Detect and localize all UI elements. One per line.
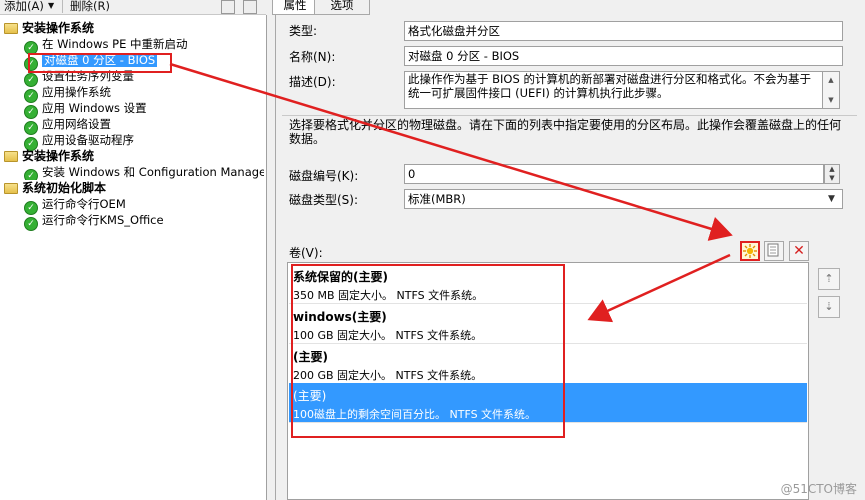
new-volume-button[interactable] [740,241,760,261]
tree-item[interactable]: ✓ 在 Windows PE 中重新启动 [24,36,188,55]
tree-group-label: 安装操作系统 [22,21,95,35]
move-down-icon[interactable] [243,0,257,14]
chevron-down-icon[interactable]: ▼ [48,1,54,10]
left-toolbar: 添加(A) ▼ 删除(R) [0,0,266,15]
close-icon: ✕ [793,243,805,259]
tab-options[interactable]: 选项 [314,0,370,15]
check-icon: ✓ [24,169,38,180]
tree-item-label: 安装 Windows 和 Configuration Manager [42,165,264,179]
disk-instructions: 选择要格式化并分区的物理磁盘。请在下面的列表中指定要使用的分区布局。此操作会覆盖… [289,118,842,146]
description-field[interactable]: 此操作作为基于 BIOS 的计算机的新部署对磁盘进行分区和格式化。不会为基于统一… [404,71,823,109]
move-down-icon[interactable]: ⇣ [818,296,840,318]
volume-properties-button[interactable] [764,241,784,261]
description-label: 描述(D): [289,75,336,89]
move-up-icon[interactable]: ⇡ [818,268,840,290]
description-scrollbar[interactable]: ▲ ▼ [823,71,840,109]
tab-properties[interactable]: 属性 [272,0,318,15]
tree-group-label: 系统初始化脚本 [22,181,107,195]
name-field[interactable]: 对磁盘 0 分区 - BIOS [404,46,843,66]
tree-item[interactable]: ✓ 应用设备驱动程序 [24,132,134,151]
disk-number-label: 磁盘编号(K): [289,169,359,183]
folder-icon [4,183,18,194]
tree-item[interactable]: ✓ 运行命令行KMS_Office [24,212,164,231]
volume-label: 卷(V): [289,246,323,260]
move-up-icon[interactable] [221,0,235,14]
folder-icon [4,151,18,162]
tree-item-label: 应用设备驱动程序 [42,133,134,147]
tree-group[interactable]: 安装操作系统 [4,20,94,36]
tree-item-label: 运行命令行KMS_Office [42,213,164,227]
tree-item-label: 应用网络设置 [42,117,111,131]
check-icon: ✓ [24,217,38,231]
sparkle-icon [743,244,757,258]
toolbar-divider [62,0,63,13]
tree-item[interactable]: ✓ 应用网络设置 [24,116,111,135]
name-label: 名称(N): [289,50,336,64]
add-menu-button[interactable]: 添加(A) [4,0,44,14]
disk-number-spinner[interactable]: ▲ ▼ [824,164,840,184]
highlight-box [291,264,565,438]
tree-item[interactable]: ✓ 安装 Windows 和 Configuration Manager [24,164,264,180]
spin-up-icon[interactable]: ▲ [825,165,839,174]
scroll-up-icon[interactable]: ▲ [823,72,839,88]
scroll-down-icon[interactable]: ▼ [823,92,839,108]
type-field: 格式化磁盘并分区 [404,21,843,41]
delete-volume-button[interactable]: ✕ [789,241,809,261]
section-divider [282,115,857,116]
disk-type-select[interactable]: 标准(MBR) [404,189,843,209]
tree-item-label: 在 Windows PE 中重新启动 [42,37,188,51]
tree-item[interactable]: ✓ 应用操作系统 [24,84,111,103]
spin-down-icon[interactable]: ▼ [825,174,839,183]
tree-item[interactable]: ✓ 运行命令行OEM [24,196,126,215]
type-label: 类型: [289,24,318,38]
tree-item-label: 运行命令行OEM [42,197,126,211]
tree-group[interactable]: 系统初始化脚本 [4,180,106,196]
disk-type-label: 磁盘类型(S): [289,193,359,207]
folder-icon [4,23,18,34]
tree-item-label: 应用 Windows 设置 [42,101,147,115]
disk-number-input[interactable]: 0 [404,164,824,184]
tree-group[interactable]: 安装操作系统 [4,148,94,164]
task-sequence-pane: 添加(A) ▼ 删除(R) 安装操作系统 ✓ 在 Windows PE 中重新启动… [0,0,267,500]
delete-button[interactable]: 删除(R) [70,0,110,14]
tree-group-label: 安装操作系统 [22,149,95,163]
tree-item[interactable]: ✓ 应用 Windows 设置 [24,100,147,119]
tree-item-label: 应用操作系统 [42,85,111,99]
properties-icon [767,243,779,257]
chevron-down-icon[interactable]: ▼ [823,189,840,209]
watermark: @51CTO博客 [780,482,857,496]
task-tree: 安装操作系统 ✓ 在 Windows PE 中重新启动 ✓ 对磁盘 0 分区 - B… [0,15,267,500]
highlight-box [28,53,172,73]
